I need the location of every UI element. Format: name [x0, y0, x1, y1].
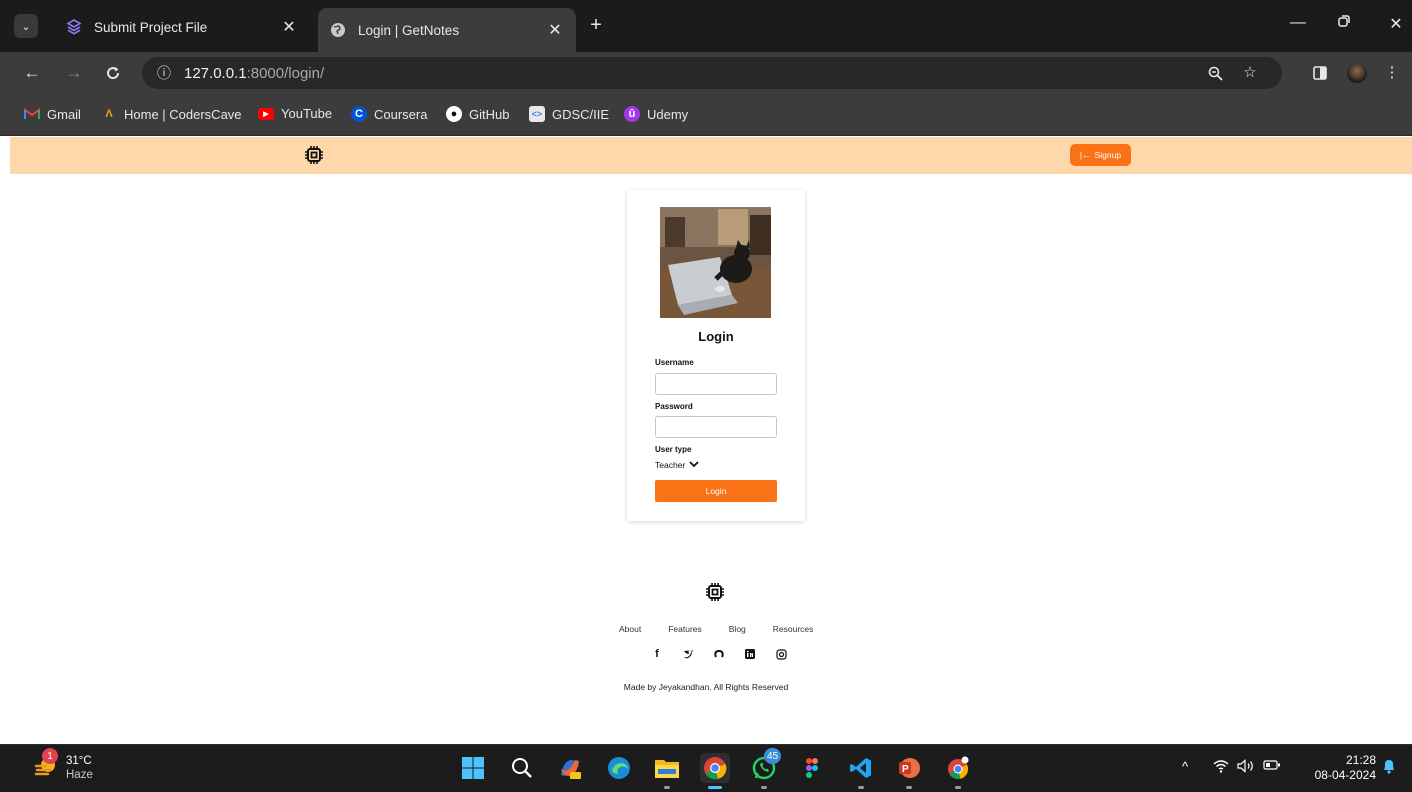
browser-toolbar: ← → ⓘ 127.0.0.1:8000/login/ ☆ ⋮ — [0, 52, 1412, 94]
tab-title: Submit Project File — [94, 19, 208, 35]
login-card: Login Username Password User type Teache… — [627, 190, 805, 521]
bookmark-gdsc[interactable]: <> GDSC/IIE — [529, 106, 609, 122]
url-text: 127.0.0.1:8000/login/ — [184, 65, 325, 82]
footer-link-blog[interactable]: Blog — [729, 624, 746, 634]
gdsc-icon: <> — [529, 106, 545, 122]
file-explorer-icon[interactable] — [652, 753, 682, 789]
coderscave-icon: Λ — [105, 108, 113, 120]
udemy-icon: û — [624, 106, 640, 122]
signup-button[interactable]: |← Signup — [1070, 144, 1131, 166]
notification-bell-icon[interactable] — [1382, 758, 1396, 777]
tab-search-button[interactable]: ⌄ — [14, 14, 38, 38]
username-input[interactable] — [655, 373, 777, 395]
close-tab-icon[interactable]: ✕ — [546, 20, 564, 40]
time-text: 21:28 — [1345, 753, 1376, 767]
twitter-icon[interactable] — [682, 647, 694, 661]
address-bar[interactable]: ⓘ 127.0.0.1:8000/login/ ☆ — [142, 57, 1282, 89]
cat-laptop-image — [660, 207, 771, 318]
reload-icon[interactable] — [101, 61, 125, 85]
password-label: Password — [655, 402, 693, 411]
wifi-icon[interactable] — [1213, 759, 1229, 776]
side-panel-icon[interactable] — [1308, 61, 1332, 85]
close-window-icon[interactable]: ✕ — [1384, 14, 1408, 34]
globe-favicon-icon — [330, 22, 346, 38]
usertype-select[interactable]: Teacher — [655, 460, 699, 470]
copyright-text: Made by Jeyakandhan. All Rights Reserved — [623, 682, 789, 692]
bookmark-coderscave[interactable]: Λ Home | CodersCave — [101, 106, 241, 122]
figma-icon[interactable] — [797, 753, 827, 783]
site-info-icon[interactable]: ⓘ — [154, 63, 174, 83]
footer-link-resources[interactable]: Resources — [773, 624, 814, 634]
weather-widget[interactable]: 1 31°C Haze — [34, 748, 93, 782]
browser-tab-bar: ⌄ Submit Project File ✕ Login | GetNotes… — [0, 0, 1412, 52]
copilot-icon[interactable] — [555, 753, 585, 783]
bookmark-gmail[interactable]: Gmail — [24, 106, 81, 122]
tab-submit-project-file[interactable]: Submit Project File ✕ — [54, 10, 310, 44]
login-button[interactable]: Login — [655, 480, 777, 502]
windows-taskbar: 1 31°C Haze 45 P ^ 21:28 08-04-2024 — [0, 744, 1412, 792]
back-arrow-icon[interactable]: ← — [20, 61, 44, 85]
battery-icon[interactable] — [1263, 759, 1281, 774]
bookmark-youtube[interactable]: ▶ YouTube — [258, 106, 332, 121]
vscode-icon[interactable] — [846, 753, 876, 789]
whatsapp-icon[interactable]: 45 — [749, 748, 782, 789]
signup-arrow-icon: |← — [1079, 150, 1091, 160]
weather-badge: 1 — [42, 748, 58, 764]
login-title: Login — [698, 329, 734, 344]
powerpoint-icon[interactable]: P — [894, 753, 924, 789]
svg-text:P: P — [902, 764, 909, 775]
footer-link-features[interactable]: Features — [668, 624, 702, 634]
chip-logo-icon[interactable] — [304, 145, 324, 165]
windows-start-icon[interactable] — [458, 753, 488, 783]
haze-weather-icon: 1 — [34, 748, 60, 780]
github-icon[interactable] — [713, 647, 725, 661]
volume-icon[interactable] — [1237, 759, 1255, 776]
coursera-icon: C — [351, 106, 367, 122]
weather-text: Haze — [66, 769, 93, 781]
usertype-label: User type — [655, 445, 692, 454]
chrome-profile-icon[interactable] — [943, 753, 973, 789]
footer-links: About Features Blog Resources — [619, 624, 813, 634]
gmail-icon — [24, 106, 40, 122]
show-hidden-icons-icon[interactable]: ^ — [1182, 759, 1188, 774]
bookmark-udemy[interactable]: û Udemy — [624, 106, 688, 122]
new-tab-button[interactable]: + — [584, 14, 608, 38]
close-tab-icon[interactable]: ✕ — [280, 17, 298, 37]
date-text: 08-04-2024 — [1314, 768, 1376, 782]
footer-link-about[interactable]: About — [619, 624, 641, 634]
username-label: Username — [655, 358, 694, 367]
bookmark-coursera[interactable]: C Coursera — [351, 106, 427, 122]
chrome-taskbar-icon[interactable] — [700, 753, 730, 789]
facebook-icon[interactable]: f — [651, 647, 663, 661]
youtube-icon: ▶ — [258, 107, 274, 120]
profile-avatar[interactable] — [1347, 63, 1367, 83]
chevron-down-icon — [689, 460, 699, 470]
tab-title: Login | GetNotes — [358, 22, 460, 38]
clock[interactable]: 21:28 08-04-2024 — [1302, 753, 1376, 783]
site-header: |← Signup — [10, 137, 1412, 174]
edge-browser-icon[interactable] — [604, 753, 634, 783]
forward-arrow-icon[interactable]: → — [62, 61, 86, 85]
zoom-icon[interactable] — [1204, 62, 1226, 84]
bookmark-star-icon[interactable]: ☆ — [1239, 62, 1261, 84]
minimize-icon[interactable]: — — [1286, 14, 1310, 32]
tab-login-getnotes[interactable]: Login | GetNotes ✕ — [318, 8, 576, 52]
social-links: f — [651, 647, 806, 661]
restore-icon[interactable] — [1332, 14, 1356, 33]
whatsapp-badge: 45 — [764, 748, 782, 764]
stack-favicon-icon — [66, 19, 82, 35]
more-menu-icon[interactable]: ⋮ — [1380, 61, 1404, 85]
temperature-text: 31°C — [66, 755, 92, 767]
bookmarks-bar: Gmail Λ Home | CodersCave ▶ YouTube C Co… — [0, 94, 1412, 136]
bookmark-github[interactable]: ● GitHub — [446, 106, 509, 122]
password-input[interactable] — [655, 416, 777, 438]
instagram-icon[interactable] — [775, 647, 787, 661]
linkedin-icon[interactable] — [744, 647, 756, 661]
chip-logo-icon[interactable] — [705, 582, 725, 602]
search-icon[interactable] — [507, 753, 537, 783]
github-icon: ● — [446, 106, 462, 122]
